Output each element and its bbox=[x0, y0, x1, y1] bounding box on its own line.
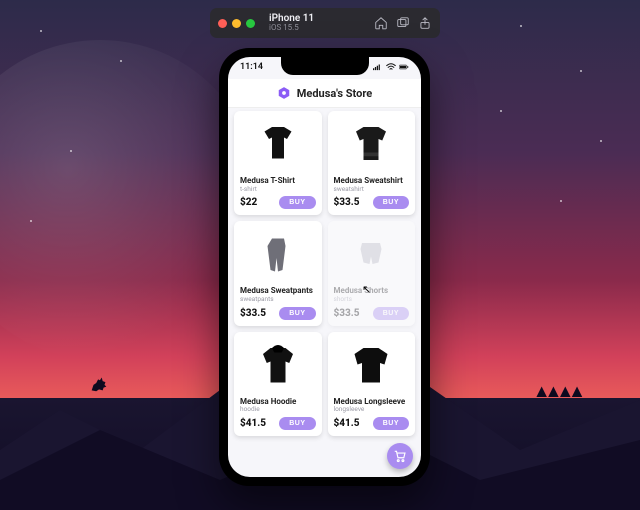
product-image bbox=[240, 116, 316, 174]
phone-frame: 11:14 Medusa's Store Medusa T-Shirt bbox=[219, 48, 430, 486]
product-card[interactable]: Medusa Longsleeve longsleeve $41.5 BUY bbox=[328, 332, 416, 436]
product-card[interactable]: Medusa Sweatpants sweatpants $33.5 BUY bbox=[234, 221, 322, 325]
product-image bbox=[334, 337, 410, 395]
product-category: sweatpants bbox=[240, 296, 316, 303]
product-price: $41.5 bbox=[240, 418, 266, 429]
product-card[interactable]: Medusa Sweatshirt sweatshirt $33.5 BUY bbox=[328, 111, 416, 215]
store-logo-icon bbox=[277, 86, 291, 100]
product-category: shorts bbox=[334, 296, 410, 303]
home-icon[interactable] bbox=[374, 16, 388, 30]
product-list[interactable]: Medusa T-Shirt t-shirt $22 BUY Medusa Sw… bbox=[228, 107, 421, 477]
product-price: $41.5 bbox=[334, 418, 360, 429]
store-name: Medusa's Store bbox=[297, 87, 372, 100]
buy-button[interactable]: BUY bbox=[279, 196, 315, 209]
share-icon[interactable] bbox=[418, 16, 432, 30]
status-time: 11:14 bbox=[240, 62, 263, 72]
product-price: $22 bbox=[240, 197, 257, 208]
product-price: $33.5 bbox=[240, 308, 266, 319]
buy-button[interactable]: BUY bbox=[279, 417, 315, 430]
simulator-titlebar: iPhone 11 iOS 15.5 bbox=[210, 8, 440, 38]
product-category: sweatshirt bbox=[334, 186, 410, 193]
phone-screen: 11:14 Medusa's Store Medusa T-Shirt bbox=[228, 57, 421, 477]
product-card[interactable]: Medusa Hoodie hoodie $41.5 BUY bbox=[234, 332, 322, 436]
product-image bbox=[240, 226, 316, 284]
trees-silhouette: ▲▲▲▲ bbox=[533, 381, 580, 402]
battery-icon bbox=[399, 63, 409, 71]
product-category: longsleeve bbox=[334, 406, 410, 413]
buy-button[interactable]: BUY bbox=[373, 307, 409, 320]
cart-fab[interactable] bbox=[387, 443, 413, 469]
wolf-silhouette bbox=[88, 372, 110, 398]
cart-icon bbox=[393, 449, 407, 463]
wifi-icon bbox=[386, 63, 396, 71]
window-controls[interactable] bbox=[218, 19, 255, 28]
signal-icon bbox=[373, 63, 383, 71]
product-category: hoodie bbox=[240, 406, 316, 413]
product-price: $33.5 bbox=[334, 308, 360, 319]
simulator-title: iPhone 11 iOS 15.5 bbox=[269, 13, 314, 33]
screenshot-icon[interactable] bbox=[396, 16, 410, 30]
product-image bbox=[334, 116, 410, 174]
notch bbox=[281, 57, 369, 75]
product-category: t-shirt bbox=[240, 186, 316, 193]
app-header: Medusa's Store bbox=[228, 79, 421, 108]
buy-button[interactable]: BUY bbox=[279, 307, 315, 320]
product-image bbox=[240, 337, 316, 395]
buy-button[interactable]: BUY bbox=[373, 417, 409, 430]
product-card[interactable]: Medusa Shorts shorts $33.5 BUY bbox=[328, 221, 416, 325]
window-minimize-button[interactable] bbox=[232, 19, 241, 28]
window-close-button[interactable] bbox=[218, 19, 227, 28]
product-card[interactable]: Medusa T-Shirt t-shirt $22 BUY bbox=[234, 111, 322, 215]
window-zoom-button[interactable] bbox=[246, 19, 255, 28]
buy-button[interactable]: BUY bbox=[373, 196, 409, 209]
product-price: $33.5 bbox=[334, 197, 360, 208]
product-image bbox=[334, 226, 410, 284]
device-os: iOS 15.5 bbox=[269, 24, 314, 33]
